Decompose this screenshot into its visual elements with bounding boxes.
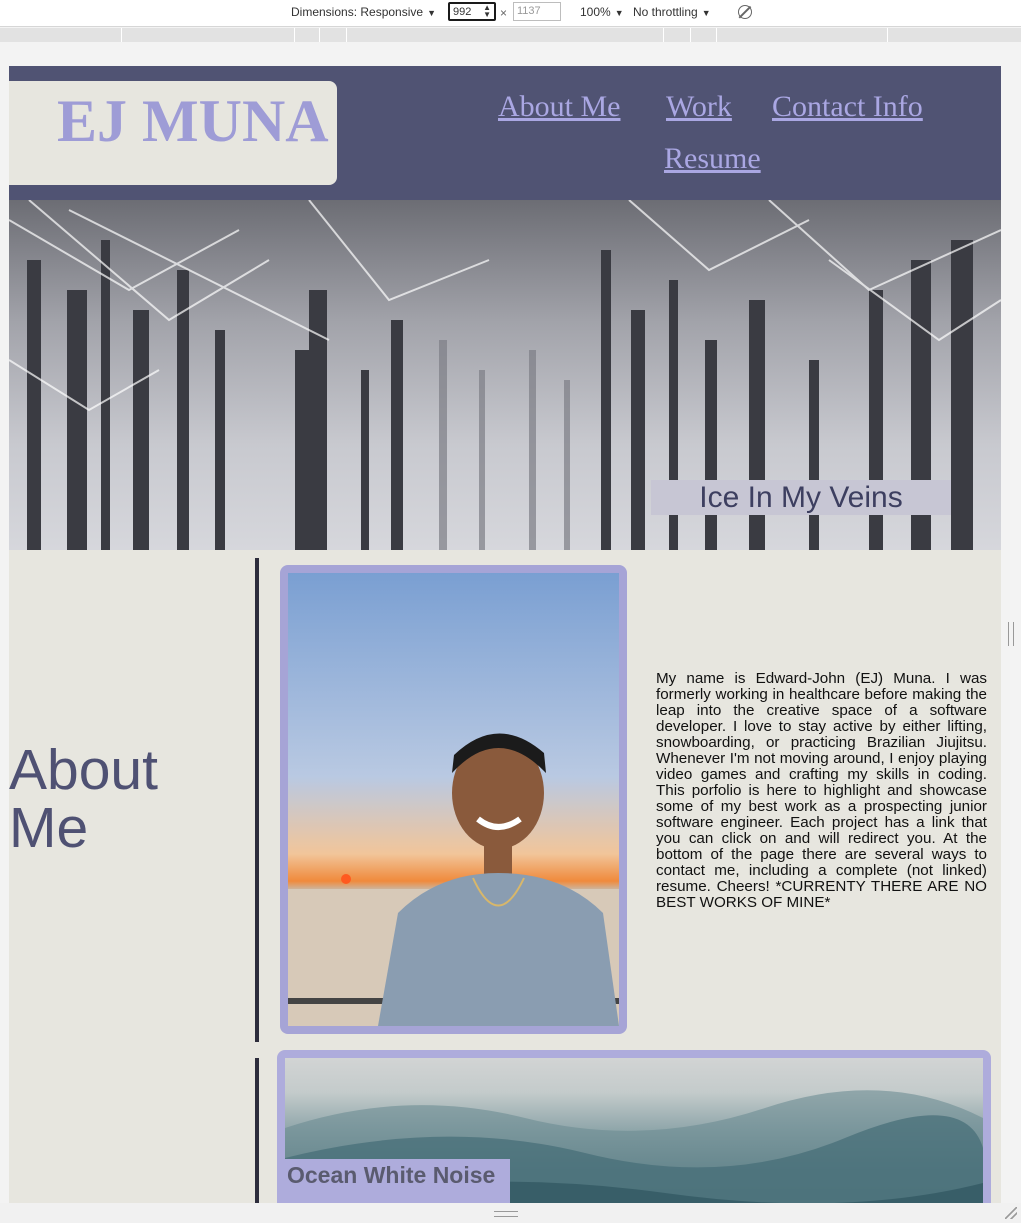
nav-link-about[interactable]: About Me <box>498 90 621 124</box>
resize-corner-icon[interactable] <box>1005 1207 1017 1219</box>
rotate-icon[interactable] <box>738 5 752 19</box>
height-placeholder: 1137 <box>517 5 541 17</box>
dimensions-dropdown[interactable]: Dimensions: Responsive ▼ <box>291 5 436 19</box>
nav-link-contact[interactable]: Contact Info <box>772 90 923 124</box>
dimensions-label: Dimensions: Responsive <box>291 5 424 19</box>
section-divider <box>255 558 259 1042</box>
dimension-separator: × <box>500 6 508 20</box>
about-description: My name is Edward-John (EJ) Muna. I was … <box>656 670 987 911</box>
section-divider <box>255 1058 259 1203</box>
resize-handle-right[interactable] <box>1008 622 1014 646</box>
throttling-value: No throttling <box>633 5 698 19</box>
about-title-line1: About <box>9 738 158 802</box>
nav-link-resume[interactable]: Resume <box>664 142 761 176</box>
zoom-dropdown[interactable]: 100% ▼ <box>580 5 624 19</box>
resize-handle-bottom[interactable] <box>494 1211 518 1217</box>
about-title-line2: Me <box>9 796 89 860</box>
project-card[interactable]: Ocean White Noise <box>277 1050 991 1203</box>
about-title: About Me <box>9 741 158 857</box>
height-input[interactable]: 1137 <box>513 2 561 21</box>
devtools-toolbar: Dimensions: Responsive ▼ 992 ▲ ▼ × 1137 10… <box>0 0 1021 27</box>
media-query-ruler <box>0 28 1021 42</box>
hero-banner: Ice In My Veins <box>9 200 1001 550</box>
dropdown-arrow-icon: ▼ <box>701 8 711 18</box>
hero-caption: Ice In My Veins <box>651 480 951 515</box>
throttling-dropdown[interactable]: No throttling ▼ <box>633 5 711 19</box>
dropdown-arrow-icon: ▼ <box>427 8 436 18</box>
nav-link-work[interactable]: Work <box>666 90 732 124</box>
project-label: Ocean White Noise <box>277 1159 510 1203</box>
zoom-value: 100% <box>580 5 611 19</box>
spinner-icon[interactable]: ▲ ▼ <box>483 4 491 19</box>
profile-photo <box>288 573 619 1026</box>
project-title: Ocean White Noise <box>287 1162 496 1188</box>
profile-photo-frame <box>280 565 627 1034</box>
site-header: EJ MUNA About Me Work Contact Info Resum… <box>9 66 1001 200</box>
dropdown-arrow-icon: ▼ <box>614 8 624 18</box>
width-input[interactable]: 992 ▲ ▼ <box>448 2 496 21</box>
site-logo: EJ MUNA <box>57 88 329 154</box>
width-value: 992 <box>453 6 472 18</box>
logo-box: EJ MUNA <box>9 81 337 185</box>
page-viewport: EJ MUNA About Me Work Contact Info Resum… <box>9 66 1001 1203</box>
